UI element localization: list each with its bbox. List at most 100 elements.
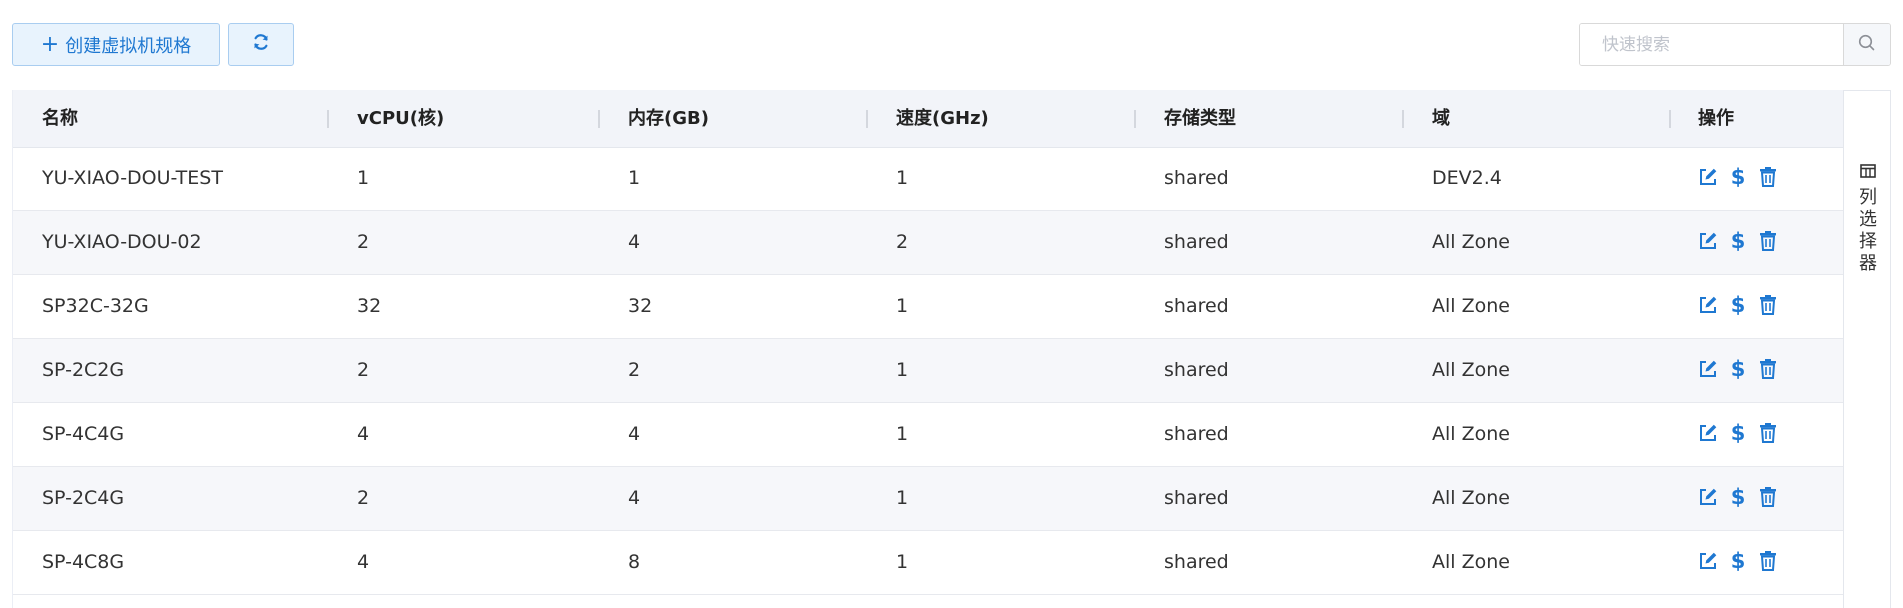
cell-storage-type: shared xyxy=(1164,551,1229,573)
cell-memory: 1 xyxy=(628,167,641,189)
cell-storage-type: shared xyxy=(1164,295,1229,317)
cell-memory: 2 xyxy=(628,359,641,381)
delete-button[interactable] xyxy=(1757,422,1779,448)
row-actions: $ xyxy=(1697,275,1779,339)
price-icon: $ xyxy=(1730,485,1746,512)
edit-icon xyxy=(1697,486,1719,512)
cell-speed: 2 xyxy=(896,231,909,253)
svg-text:$: $ xyxy=(1731,422,1746,444)
cell-name: SP-2C4G xyxy=(42,487,125,509)
edit-button[interactable] xyxy=(1697,424,1719,446)
svg-text:$: $ xyxy=(1731,166,1746,188)
cell-zone: All Zone xyxy=(1432,359,1510,381)
table-row[interactable]: SP-2C2G 2 2 1 shared All Zone $ xyxy=(13,339,1844,403)
column-header-storage-type[interactable]: 存储类型 xyxy=(1164,90,1236,147)
price-button[interactable]: $ xyxy=(1727,421,1749,448)
refresh-button[interactable] xyxy=(228,23,294,66)
column-header-speed[interactable]: 速度(GHz) xyxy=(896,90,989,147)
delete-button[interactable] xyxy=(1757,294,1779,320)
column-resize-handle[interactable] xyxy=(1669,110,1671,128)
cell-name: YU-XIAO-DOU-02 xyxy=(42,231,202,253)
cell-vcpu: 32 xyxy=(357,295,382,317)
svg-text:$: $ xyxy=(1731,230,1746,252)
vm-spec-table: 名称 vCPU(核) 内存(GB) 速度(GHz) 存储类型 域 操作 YU-X… xyxy=(12,90,1844,608)
column-header-actions: 操作 xyxy=(1698,108,1734,129)
cell-memory: 4 xyxy=(628,231,641,253)
edit-button[interactable] xyxy=(1697,232,1719,254)
column-resize-handle[interactable] xyxy=(1402,110,1404,128)
cell-vcpu: 4 xyxy=(357,551,370,573)
price-button[interactable]: $ xyxy=(1727,165,1749,190)
svg-text:$: $ xyxy=(1731,550,1746,572)
price-icon: $ xyxy=(1730,293,1746,320)
edit-icon xyxy=(1697,358,1719,384)
cell-zone: All Zone xyxy=(1432,487,1510,509)
column-header-vcpu[interactable]: vCPU(核) xyxy=(357,90,444,147)
column-resize-handle[interactable] xyxy=(327,110,329,128)
column-resize-handle[interactable] xyxy=(1134,110,1136,128)
edit-icon xyxy=(1697,166,1719,192)
column-resize-handle[interactable] xyxy=(866,110,868,128)
cell-storage-type: shared xyxy=(1164,231,1229,253)
table-row[interactable]: SP32C-32G 32 32 1 shared All Zone $ xyxy=(13,275,1844,339)
delete-icon xyxy=(1758,422,1778,448)
delete-button[interactable] xyxy=(1757,230,1779,256)
cell-zone: All Zone xyxy=(1432,551,1510,573)
delete-icon xyxy=(1758,550,1778,576)
edit-icon xyxy=(1697,422,1719,448)
column-header-memory[interactable]: 内存(GB) xyxy=(628,90,709,147)
delete-button[interactable] xyxy=(1757,359,1779,382)
cell-memory: 32 xyxy=(628,295,653,317)
cell-speed: 1 xyxy=(896,487,909,509)
edit-button[interactable] xyxy=(1697,488,1719,510)
column-selector-label: 列选择器 xyxy=(1859,187,1877,274)
column-selector-button[interactable]: 列选择器 xyxy=(1843,90,1891,608)
delete-icon xyxy=(1758,166,1778,192)
cell-name: SP-2C2G xyxy=(42,359,125,381)
edit-button[interactable] xyxy=(1697,296,1719,318)
edit-button[interactable] xyxy=(1697,168,1719,190)
toolbar: + 创建虚拟机规格 xyxy=(0,0,1903,88)
column-header-zone[interactable]: 域 xyxy=(1432,90,1450,147)
price-button[interactable]: $ xyxy=(1727,549,1749,574)
price-button[interactable]: $ xyxy=(1727,293,1749,320)
cell-storage-type: shared xyxy=(1164,167,1229,189)
create-vm-spec-button[interactable]: + 创建虚拟机规格 xyxy=(12,23,220,66)
search-box xyxy=(1579,23,1891,66)
cell-storage-type: shared xyxy=(1164,487,1229,509)
price-icon: $ xyxy=(1730,421,1746,448)
table-row[interactable]: YU-XIAO-DOU-02 2 4 2 shared All Zone $ xyxy=(13,211,1844,275)
cell-vcpu: 1 xyxy=(357,167,370,189)
delete-icon xyxy=(1758,230,1778,256)
search-button[interactable] xyxy=(1843,24,1890,65)
edit-button[interactable] xyxy=(1697,360,1719,382)
price-button[interactable]: $ xyxy=(1727,485,1749,512)
cell-speed: 1 xyxy=(896,551,909,573)
column-resize-handle[interactable] xyxy=(598,110,600,128)
search-input[interactable] xyxy=(1580,24,1843,65)
cell-name: SP-4C8G xyxy=(42,551,125,573)
create-vm-spec-label: 创建虚拟机规格 xyxy=(65,35,192,57)
price-icon: $ xyxy=(1730,357,1746,384)
table-row[interactable]: SP-4C8G 4 8 1 shared All Zone $ xyxy=(13,531,1844,595)
delete-button[interactable] xyxy=(1757,550,1779,576)
table-row[interactable]: SP-2C4G 2 4 1 shared All Zone $ xyxy=(13,467,1844,531)
edit-button[interactable] xyxy=(1697,552,1719,574)
price-icon: $ xyxy=(1730,229,1746,256)
delete-button[interactable] xyxy=(1757,166,1779,192)
svg-text:$: $ xyxy=(1731,486,1746,508)
delete-icon xyxy=(1758,294,1778,320)
cell-speed: 1 xyxy=(896,167,909,189)
table-row[interactable]: SP-4C4G 4 4 1 shared All Zone $ xyxy=(13,403,1844,467)
delete-button[interactable] xyxy=(1757,487,1779,510)
edit-icon xyxy=(1697,230,1719,256)
column-header-name[interactable]: 名称 xyxy=(42,90,78,147)
row-actions: $ xyxy=(1697,403,1779,467)
row-actions: $ xyxy=(1697,211,1779,275)
price-button[interactable]: $ xyxy=(1727,357,1749,384)
row-actions: $ xyxy=(1697,147,1779,211)
price-button[interactable]: $ xyxy=(1727,229,1749,256)
cell-zone: DEV2.4 xyxy=(1432,167,1502,189)
table-row[interactable]: YU-XIAO-DOU-TEST 1 1 1 shared DEV2.4 $ xyxy=(13,147,1844,211)
edit-icon xyxy=(1697,550,1719,576)
